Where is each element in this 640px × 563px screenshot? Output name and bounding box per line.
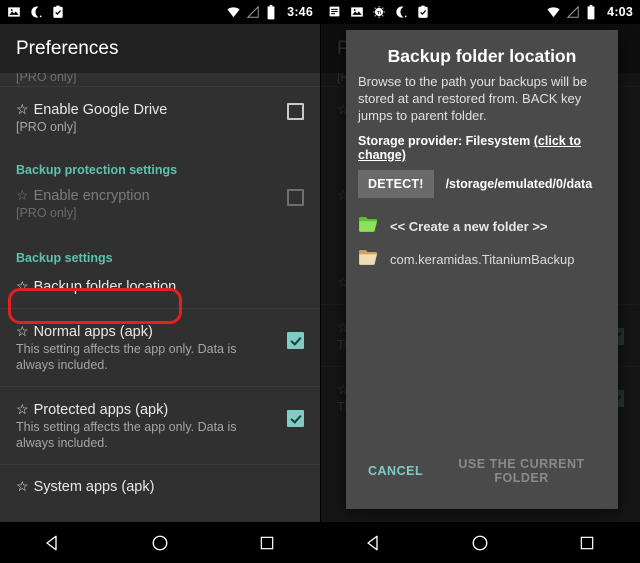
- pref-title-label: Normal apps (apk): [33, 324, 153, 340]
- use-current-folder-button[interactable]: USE THE CURRENT FOLDER: [435, 449, 608, 493]
- preferences-list[interactable]: [PRO only] ☆ Enable Google Drive [PRO onl…: [0, 73, 320, 522]
- status-bar-left-icons-right: Ti: [328, 5, 430, 19]
- pref-title-label: System apps (apk): [33, 479, 155, 495]
- clipboard-check-icon: [51, 5, 65, 19]
- status-bar-right-icons-left: 3:46: [226, 5, 313, 20]
- status-bar-right: Ti 4:03: [321, 0, 640, 24]
- folder-row-titanium-backup[interactable]: com.keramidas.TitaniumBackup: [346, 243, 618, 276]
- signal-off-icon: [566, 5, 580, 19]
- folder-name: com.keramidas.TitaniumBackup: [390, 252, 575, 267]
- pref-title: ☆ Backup folder location: [16, 277, 304, 296]
- signal-off-icon: [246, 5, 260, 19]
- folder-new-icon: [358, 215, 380, 238]
- pref-subtitle: [PRO only]: [16, 120, 77, 134]
- pref-title: ☆ Normal apps (apk): [16, 322, 275, 341]
- dialog-title: Backup folder location: [387, 46, 577, 66]
- checkbox-normal-apps[interactable]: [287, 332, 304, 349]
- right-phone-screen: Ti 4:03 Backup folder location Browse to…: [320, 0, 640, 563]
- recents-icon[interactable]: [559, 522, 615, 563]
- storage-provider-label: Storage provider: Filesystem: [358, 134, 531, 148]
- star-icon: ☆: [16, 323, 29, 339]
- pref-row-enable-encryption[interactable]: ☆ Enable encryption [PRO only]: [0, 182, 320, 234]
- pref-text: ☆ Normal apps (apk) This setting affects …: [16, 322, 275, 373]
- storage-provider-row: Storage provider: Filesystem (click to c…: [346, 134, 618, 170]
- pref-title: ☆ Enable Google Drive: [16, 100, 275, 119]
- image-icon: [7, 5, 21, 19]
- pref-subtitle: [PRO only]: [16, 205, 77, 220]
- star-icon: ☆: [16, 478, 29, 494]
- nav-bar-left[interactable]: [0, 522, 320, 563]
- pref-row-normal-apps[interactable]: ☆ Normal apps (apk) This setting affects …: [0, 309, 320, 386]
- backup-folder-location-dialog: Backup folder location Browse to the pat…: [346, 30, 618, 509]
- home-icon[interactable]: [452, 522, 508, 563]
- pref-row-protected-apps[interactable]: ☆ Protected apps (apk) This setting affec…: [0, 387, 320, 464]
- clipboard-check-icon: [416, 5, 430, 19]
- checkbox-enable-encryption[interactable]: [287, 188, 304, 206]
- svg-text:Ti: Ti: [377, 10, 381, 15]
- pref-row-enable-google-drive[interactable]: ☆ Enable Google Drive [PRO only]: [0, 87, 320, 149]
- pref-title: ☆ Protected apps (apk): [16, 400, 275, 419]
- section-header-backup-protection: Backup protection settings: [16, 162, 178, 177]
- app-bar-left: Preferences: [0, 24, 320, 73]
- cancel-button[interactable]: CANCEL: [356, 456, 435, 486]
- pref-subtitle: This setting affects the app only. Data …: [16, 342, 237, 372]
- pref-text: ☆ Enable Google Drive [PRO only]: [16, 100, 275, 136]
- screenshot-root: 3:46 Preferences [PRO only] ☆ Enable Goog…: [0, 0, 640, 563]
- status-bar-clock: 4:03: [607, 5, 633, 19]
- back-icon[interactable]: [346, 522, 402, 563]
- moon-icon: [394, 5, 408, 19]
- pref-text: ☆ System apps (apk): [16, 477, 304, 496]
- folder-row-create-new[interactable]: << Create a new folder >>: [346, 210, 618, 243]
- left-phone-screen: 3:46 Preferences [PRO only] ☆ Enable Goog…: [0, 0, 320, 563]
- pref-title-label: Enable Google Drive: [33, 102, 168, 118]
- checkbox-protected-apps[interactable]: [287, 410, 304, 427]
- path-row: DETECT! /storage/emulated/0/data: [346, 170, 618, 208]
- page-title: Preferences: [16, 37, 119, 59]
- back-icon[interactable]: [25, 522, 81, 563]
- pref-text: ☆ Protected apps (apk) This setting affec…: [16, 400, 275, 451]
- status-bar-clock: 3:46: [287, 5, 313, 19]
- pref-text: ☆ Backup folder location: [16, 277, 304, 296]
- pref-title: ☆ System apps (apk): [16, 477, 304, 496]
- pref-title-label: Protected apps (apk): [33, 402, 169, 418]
- pref-title-label: Backup folder location: [33, 279, 177, 295]
- pref-text: ☆ Enable encryption [PRO only]: [16, 186, 275, 222]
- star-icon: ☆: [16, 101, 29, 117]
- moon-icon: [29, 5, 43, 19]
- clipped-pro-only-text: [PRO only]: [16, 73, 77, 84]
- detect-button[interactable]: DETECT!: [358, 170, 434, 198]
- dialog-actions: CANCEL USE THE CURRENT FOLDER: [346, 449, 618, 509]
- pref-title-label: Enable encryption: [33, 187, 150, 204]
- pref-subtitle: This setting affects the app only. Data …: [16, 420, 237, 450]
- status-bar-right-icons-right: 4:03: [546, 5, 633, 20]
- dialog-description: Browse to the path your backups will be …: [358, 74, 588, 123]
- pref-title: ☆ Enable encryption: [16, 186, 275, 205]
- pref-row-backup-folder-location[interactable]: ☆ Backup folder location: [0, 270, 320, 308]
- battery-icon: [266, 5, 280, 20]
- pref-row-system-apps[interactable]: ☆ System apps (apk): [0, 465, 320, 498]
- home-icon[interactable]: [132, 522, 188, 563]
- nav-bar-right[interactable]: [321, 522, 640, 563]
- star-icon: ☆: [16, 401, 29, 417]
- section-header-backup-settings: Backup settings: [16, 251, 113, 265]
- wifi-icon: [546, 5, 560, 19]
- current-path-label: /storage/emulated/0/data: [445, 177, 593, 191]
- status-bar-left: 3:46: [0, 0, 320, 24]
- status-bar-left-icons: [7, 5, 65, 19]
- folder-name: << Create a new folder >>: [390, 219, 548, 234]
- battery-icon: [586, 5, 600, 20]
- checkbox-enable-google-drive[interactable]: [287, 103, 304, 120]
- image-icon: [350, 5, 364, 19]
- folder-icon: [358, 248, 380, 271]
- notes-icon: [328, 5, 342, 19]
- folder-list[interactable]: << Create a new folder >> com.keramidas.…: [346, 208, 618, 449]
- star-icon: ☆: [16, 278, 29, 294]
- recents-icon[interactable]: [239, 522, 295, 563]
- titanium-backup-icon: Ti: [372, 5, 386, 19]
- star-icon: ☆: [16, 186, 29, 203]
- wifi-icon: [226, 5, 240, 19]
